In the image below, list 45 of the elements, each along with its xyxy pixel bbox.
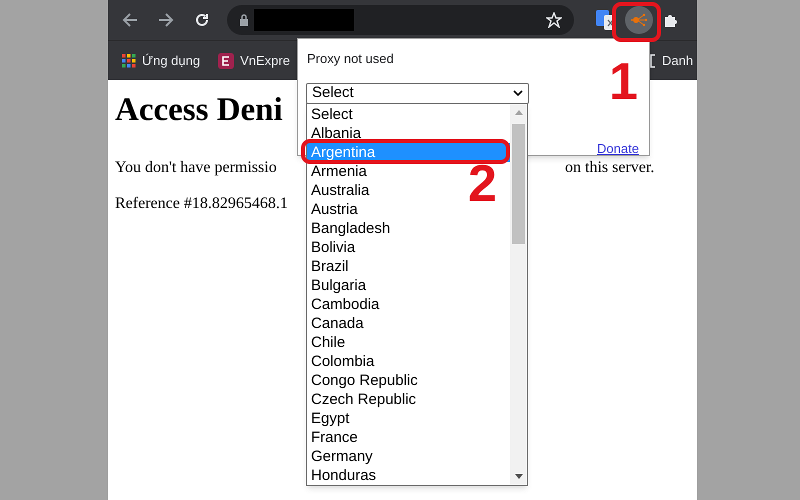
permission-text-end: on this server. [565, 158, 654, 178]
puzzle-icon[interactable] [663, 12, 679, 28]
lock-icon [239, 14, 249, 26]
scrollbar[interactable] [510, 104, 527, 485]
site-logo-icon [218, 52, 234, 68]
country-option[interactable]: Austria [307, 200, 362, 219]
proxy-extension-button[interactable] [625, 6, 653, 34]
proxy-status: Proxy not used [307, 50, 394, 68]
apps-grid-icon [122, 54, 136, 68]
scrollbar-thumb[interactable] [512, 124, 525, 244]
country-option[interactable]: Bulgaria [307, 276, 370, 295]
country-option[interactable]: Brazil [307, 257, 353, 276]
bookmark-item[interactable]: VnExpre [218, 50, 290, 70]
share-nodes-icon [630, 13, 648, 27]
highlight-outline [612, 2, 661, 42]
donate-link[interactable]: Donate [597, 139, 639, 158]
country-option[interactable]: Select [307, 105, 357, 124]
country-option[interactable]: Bangladesh [307, 219, 394, 238]
page-heading: Access Deni [115, 91, 283, 130]
country-option[interactable]: Egypt [307, 409, 354, 428]
country-option[interactable]: Canada [307, 314, 368, 333]
bracket-icon [650, 54, 656, 68]
bookmark-item[interactable]: Ứng dụng [122, 50, 200, 70]
country-option[interactable]: Czech Republic [307, 390, 420, 409]
country-option[interactable]: Chile [307, 333, 350, 352]
reload-icon[interactable] [194, 12, 210, 28]
forward-icon[interactable] [158, 12, 174, 28]
country-option[interactable]: Bolivia [307, 238, 360, 257]
country-option[interactable]: Albania [307, 124, 366, 143]
reference-text: Reference #18.82965468.1 [115, 194, 288, 214]
country-option[interactable]: Cambodia [307, 295, 384, 314]
star-icon[interactable] [546, 12, 562, 28]
country-option[interactable]: Australia [307, 181, 374, 200]
permission-text: You don't have permissio [115, 158, 277, 178]
country-option[interactable]: Congo Republic [307, 371, 422, 390]
back-icon[interactable] [122, 12, 138, 28]
country-option[interactable]: Colombia [307, 352, 378, 371]
scroll-down-icon[interactable] [514, 474, 522, 479]
country-option[interactable]: Armenia [307, 162, 371, 181]
country-option[interactable]: Honduras [307, 466, 380, 485]
bookmark-item[interactable]: Danh [650, 50, 694, 70]
chevron-down-icon [513, 90, 523, 97]
country-option[interactable]: Germany [307, 447, 377, 466]
country-option[interactable]: France [307, 428, 362, 447]
step-number: 1 [609, 56, 638, 108]
